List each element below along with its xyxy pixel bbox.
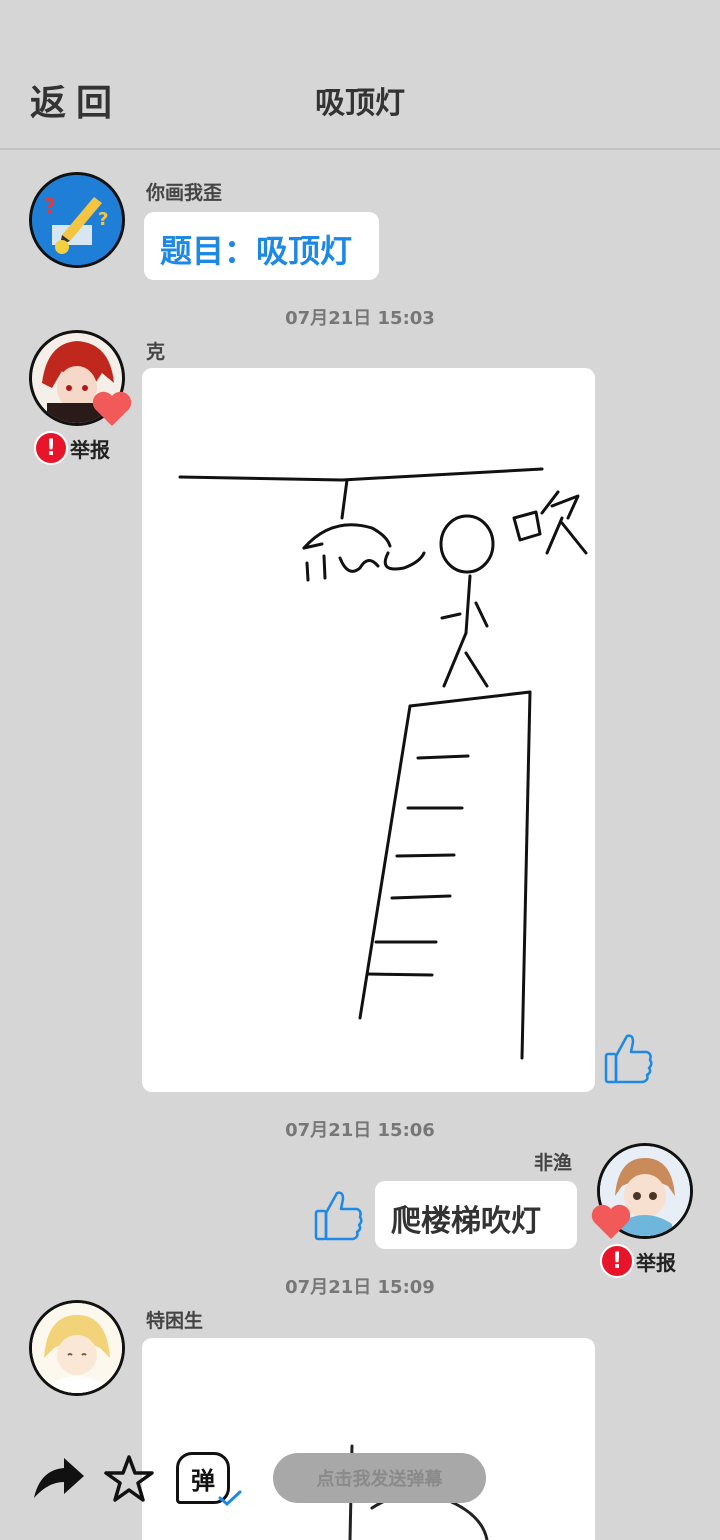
svg-text:?: ? bbox=[98, 209, 108, 230]
page-title: 吸顶灯 bbox=[315, 86, 405, 121]
pencil-icon: ? ? bbox=[32, 175, 122, 265]
danmaku-icon-label: 弹 bbox=[191, 1466, 215, 1495]
topic-bubble: 题目：吸顶灯 bbox=[144, 212, 379, 280]
top-bar: 返回 吸顶灯 bbox=[0, 0, 720, 150]
topic-text: 题目：吸顶灯 bbox=[160, 232, 353, 270]
drawing-canvas bbox=[178, 467, 588, 1060]
report-label: 举报 bbox=[70, 437, 110, 462]
guess-text: 爬楼梯吹灯 bbox=[391, 1204, 541, 1239]
sender-name: 非渔 bbox=[534, 1152, 573, 1174]
heart-icon[interactable] bbox=[590, 1203, 632, 1241]
sender-name: 克 bbox=[146, 341, 166, 363]
timestamp: 07月21日 15:06 bbox=[285, 1120, 435, 1141]
thumbs-up-icon[interactable] bbox=[603, 1030, 655, 1086]
report-button[interactable]: ! 举报 bbox=[34, 431, 110, 465]
avatar-system[interactable]: ? ? bbox=[29, 172, 125, 268]
sender-name: 特困生 bbox=[146, 1310, 204, 1332]
svg-text:?: ? bbox=[44, 194, 56, 218]
star-icon[interactable] bbox=[103, 1454, 155, 1504]
guess-bubble: 爬楼梯吹灯 bbox=[375, 1181, 577, 1249]
sender-name: 你画我歪 bbox=[146, 182, 223, 204]
avatar-user[interactable] bbox=[29, 1300, 125, 1396]
drawing-bubble[interactable] bbox=[142, 368, 595, 1092]
report-icon: ! bbox=[34, 431, 68, 465]
thumbs-up-icon[interactable] bbox=[313, 1187, 365, 1243]
danmaku-input[interactable]: 点击我发送弹幕 bbox=[273, 1453, 486, 1503]
report-label: 举报 bbox=[636, 1250, 676, 1275]
share-arrow-icon[interactable] bbox=[30, 1454, 86, 1502]
timestamp: 07月21日 15:09 bbox=[285, 1277, 435, 1298]
check-icon bbox=[218, 1490, 242, 1506]
heart-icon[interactable] bbox=[91, 390, 133, 428]
timestamp: 07月21日 15:03 bbox=[285, 308, 435, 329]
character-portrait-icon bbox=[32, 1303, 122, 1393]
